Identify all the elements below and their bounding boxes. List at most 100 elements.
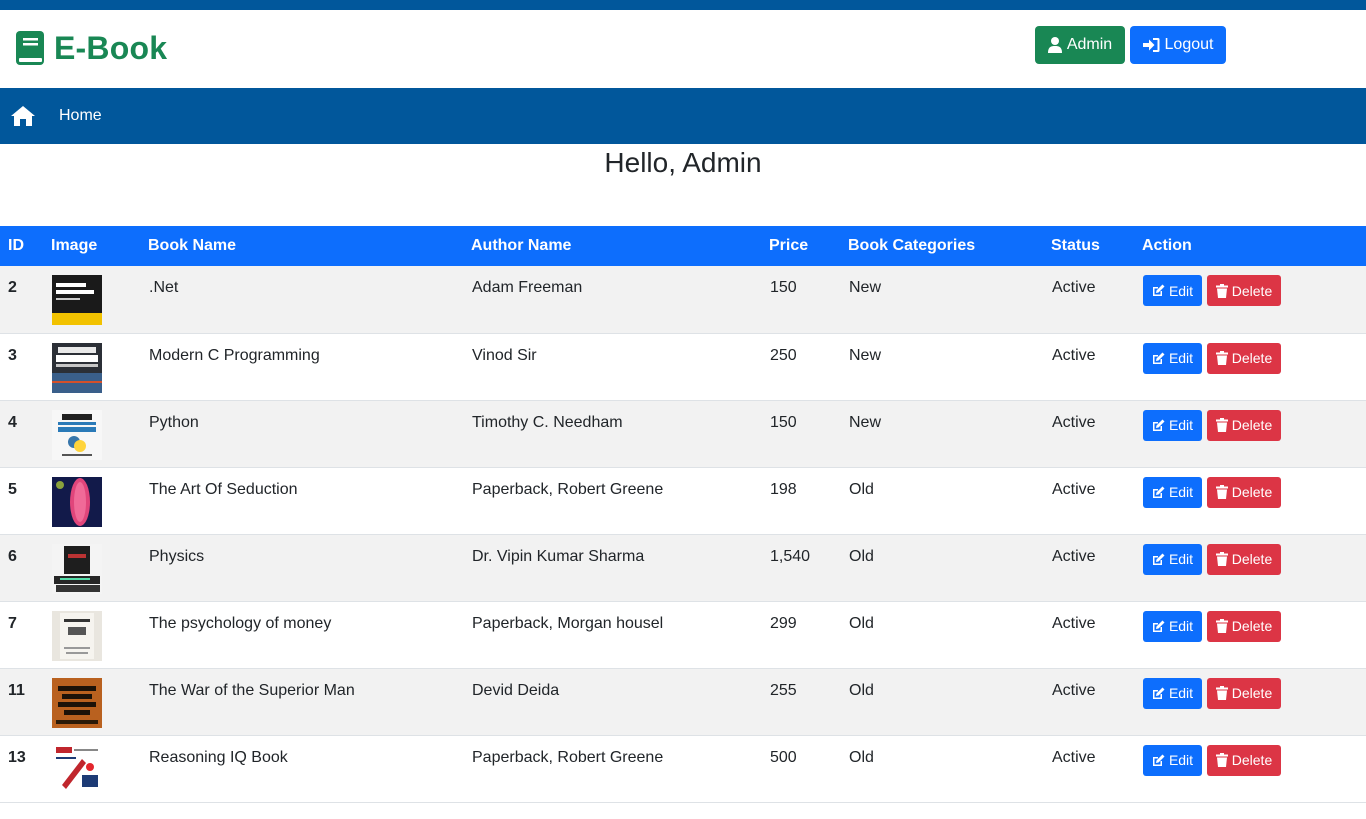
delete-button[interactable]: Delete [1207, 342, 1281, 374]
column-header-price: Price [769, 237, 809, 254]
table-row: 13 Reasoning IQ Book Paperback, Robert Gre… [0, 735, 1366, 802]
trash-icon [1215, 686, 1228, 700]
delete-button[interactable]: Delete [1207, 744, 1281, 776]
cell-author-name: Paperback, Robert Greene [472, 480, 664, 498]
modern-c-book-cover [52, 342, 102, 393]
cell-id: 5 [8, 480, 17, 498]
header: E-Book Admin Logout [0, 10, 1366, 88]
cell-author-name: Dr. Vipin Kumar Sharma [472, 547, 645, 565]
delete-button-label: Delete [1231, 282, 1273, 299]
delete-button[interactable]: Delete [1207, 275, 1281, 306]
aspnet-core-book-cover [52, 275, 102, 325]
table-row: 7 The psychology of money Paperback, Morga… [0, 601, 1366, 668]
edit-button-label: Edit [1168, 618, 1194, 634]
cell-category: Old [849, 547, 874, 565]
edit-button[interactable]: Edit [1143, 677, 1202, 709]
edit-button-label: Edit [1168, 484, 1194, 500]
delete-button-label: Delete [1231, 752, 1273, 768]
cell-category: Old [849, 681, 874, 699]
cell-price: 500 [770, 748, 797, 766]
sign-in-icon [1142, 38, 1160, 52]
cell-action: Edit Delete [1142, 534, 1366, 601]
edit-icon [1152, 687, 1165, 699]
cell-book-name: Physics [149, 547, 205, 565]
table-header-row: ID Image Book Name Author Name Price Boo… [0, 226, 1366, 266]
row-actions: Edit Delete [1143, 744, 1365, 776]
cell-price: 1,540 [770, 547, 811, 565]
delete-button-label: Delete [1231, 685, 1273, 701]
python-book-cover [52, 409, 102, 460]
edit-icon [1152, 754, 1165, 766]
cell-id: 11 [8, 681, 25, 699]
edit-button-label: Edit [1168, 685, 1194, 701]
column-header-image: Image [51, 237, 98, 254]
home-icon[interactable] [11, 106, 35, 126]
table-row: 11 The War of the Superior Man Devid Deida… [0, 668, 1366, 735]
psychology-of-money-book-cover [52, 610, 102, 661]
cell-author-name: Adam Freeman [472, 279, 583, 296]
row-actions: Edit Delete [1143, 275, 1365, 306]
edit-button[interactable]: Edit [1143, 610, 1202, 642]
edit-icon [1152, 352, 1165, 364]
cell-image [51, 668, 148, 735]
edit-button-label: Edit [1168, 282, 1194, 299]
logout-button[interactable]: Logout [1130, 26, 1226, 64]
edit-button[interactable]: Edit [1143, 409, 1202, 441]
cell-status: Active [1052, 614, 1096, 632]
edit-button-label: Edit [1168, 350, 1194, 366]
cell-action: Edit Delete [1142, 735, 1366, 802]
physics-book-cover [52, 543, 102, 594]
delete-button-label: Delete [1231, 484, 1273, 500]
delete-button[interactable]: Delete [1207, 476, 1281, 508]
edit-button[interactable]: Edit [1143, 476, 1202, 508]
edit-icon [1152, 553, 1165, 565]
edit-button-label: Edit [1168, 417, 1194, 433]
row-actions: Edit Delete [1143, 476, 1365, 508]
cell-status: Active [1052, 480, 1096, 498]
cell-book-name: Python [149, 413, 199, 431]
delete-button[interactable]: Delete [1207, 543, 1281, 575]
top-accent-strip [0, 0, 1366, 10]
logout-button-label: Logout [1164, 36, 1214, 53]
cell-author-name: Devid Deida [472, 681, 560, 699]
cell-status: Active [1052, 748, 1096, 766]
brand[interactable]: E-Book [16, 28, 167, 68]
cell-author-name: Paperback, Morgan housel [472, 614, 664, 632]
row-actions: Edit Delete [1143, 677, 1365, 709]
cell-image [51, 400, 148, 467]
delete-button-label: Delete [1231, 618, 1273, 634]
cell-id: 6 [8, 547, 17, 565]
cell-author-name: Vinod Sir [472, 346, 537, 364]
column-header-action: Action [1142, 237, 1192, 254]
admin-button[interactable]: Admin [1035, 26, 1125, 64]
admin-button-label: Admin [1066, 36, 1113, 53]
cell-image [51, 735, 148, 802]
delete-button-label: Delete [1231, 350, 1273, 366]
cell-status: Active [1052, 547, 1096, 565]
edit-button-label: Edit [1168, 752, 1194, 768]
edit-button[interactable]: Edit [1143, 275, 1202, 306]
cell-category: Old [849, 480, 874, 498]
column-header-author-name: Author Name [471, 237, 572, 254]
nav-home-link[interactable]: Home [59, 106, 102, 126]
table-row: 5 The Art Of Seduction Paperback, Robert G… [0, 467, 1366, 534]
cell-action: Edit Delete [1142, 400, 1366, 467]
cell-category: New [849, 279, 882, 296]
cell-author-name: Paperback, Robert Greene [472, 748, 664, 766]
delete-button[interactable]: Delete [1207, 610, 1281, 642]
column-header-status: Status [1051, 237, 1100, 254]
cell-book-name: The Art Of Seduction [149, 480, 298, 498]
table-row: 4 Python Timothy C. Needham 150 New Active Edi… [0, 400, 1366, 467]
edit-button[interactable]: Edit [1143, 543, 1202, 575]
edit-icon [1152, 486, 1165, 498]
cell-action: Edit Delete [1142, 467, 1366, 534]
delete-button[interactable]: Delete [1207, 409, 1281, 441]
edit-button[interactable]: Edit [1143, 342, 1202, 374]
trash-icon [1215, 283, 1228, 298]
edit-button[interactable]: Edit [1143, 744, 1202, 776]
cell-id: 13 [8, 748, 26, 766]
table-row: 2 .Net Adam Freeman 150 New Active Edit Delete [0, 266, 1366, 333]
edit-icon [1152, 284, 1165, 296]
delete-button[interactable]: Delete [1207, 677, 1281, 709]
trash-icon [1215, 485, 1228, 499]
